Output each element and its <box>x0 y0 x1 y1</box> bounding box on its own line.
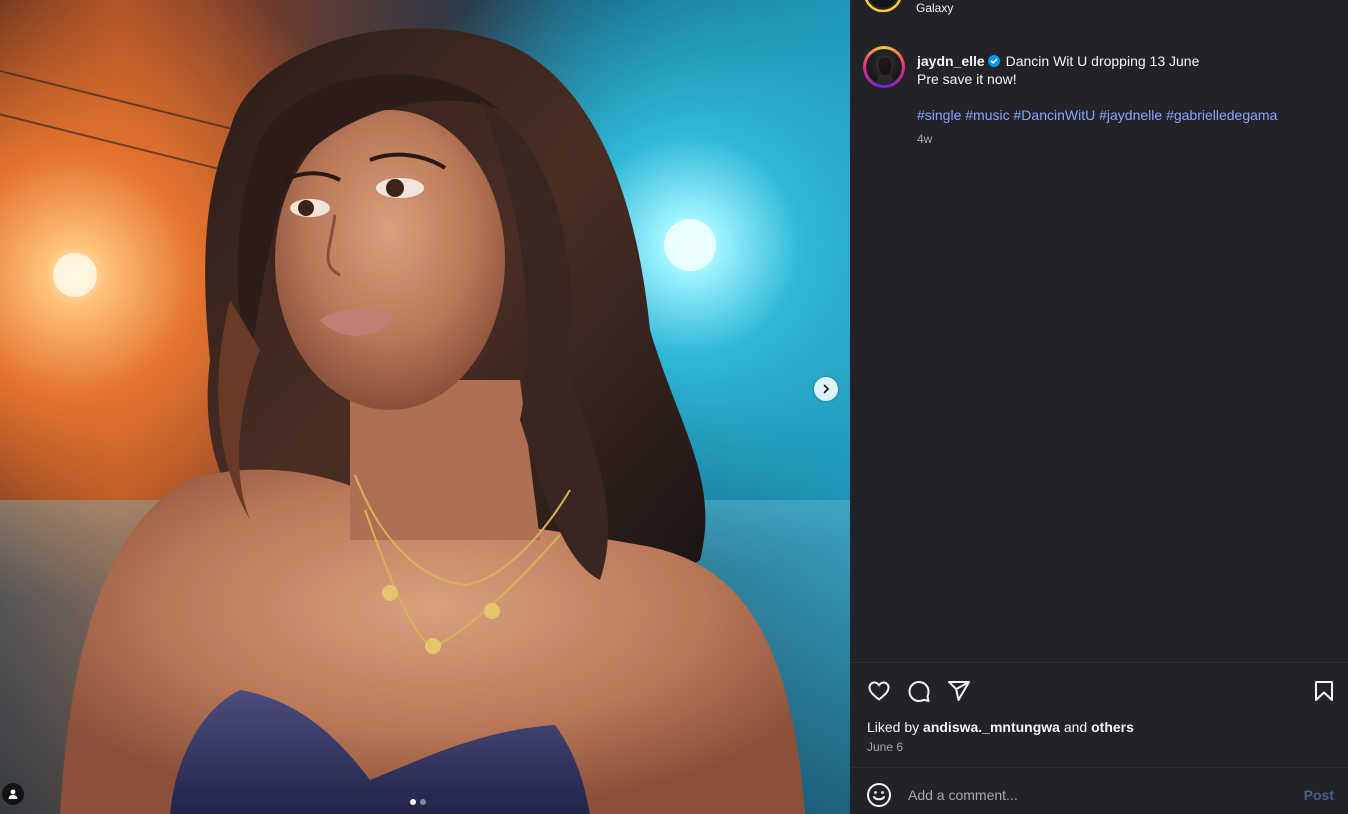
post-date[interactable]: June 6 <box>867 740 903 754</box>
caption-line-1: Dancin Wit U dropping 13 June <box>1005 53 1200 69</box>
stage-light-left <box>53 253 97 297</box>
post-photo <box>53 28 805 814</box>
save-button[interactable] <box>1310 677 1338 705</box>
hashtag-link[interactable]: #music <box>965 107 1009 123</box>
post-comment-button[interactable]: Post <box>1304 787 1334 803</box>
share-button[interactable] <box>945 677 973 705</box>
user-tag-icon <box>8 789 18 799</box>
carousel-next-button[interactable] <box>814 377 838 401</box>
stage-light-right <box>664 219 716 271</box>
verified-badge-icon <box>987 55 1000 67</box>
likes-summary: Liked by andiswa._mntungwa and others <box>867 719 1134 735</box>
emoji-button[interactable] <box>866 782 892 808</box>
heart-icon <box>868 681 890 701</box>
like-button[interactable] <box>865 677 893 705</box>
comment-composer: Post <box>850 767 1348 814</box>
hashtag-link[interactable]: #DancinWitU <box>1014 107 1096 123</box>
hashtag-link[interactable]: #single <box>917 107 961 123</box>
liked-by-user[interactable]: andiswa._mntungwa <box>923 719 1060 735</box>
post-media[interactable] <box>0 0 850 814</box>
likes-others-link[interactable]: others <box>1091 719 1134 735</box>
chevron-right-icon <box>823 384 829 394</box>
comment-input[interactable] <box>906 781 1290 809</box>
comment-button[interactable] <box>905 677 933 705</box>
bookmark-icon <box>1315 681 1333 701</box>
author-username[interactable]: jaydn_elle <box>917 53 985 69</box>
post-location[interactable]: Galaxy <box>916 1 953 15</box>
emoji-icon <box>867 783 891 807</box>
carousel-indicator <box>410 799 426 805</box>
caption-time-ago[interactable]: 4w <box>917 130 1327 148</box>
likes-conjunction: and <box>1063 719 1088 735</box>
post-side-panel: Galaxy jaydn_elle Dancin Wit U dropping … <box>850 0 1348 814</box>
comment-icon <box>908 681 930 702</box>
header-avatar[interactable] <box>864 0 902 13</box>
share-icon <box>948 681 970 701</box>
carousel-dot-active <box>410 799 416 805</box>
post-dialog: Galaxy jaydn_elle Dancin Wit U dropping … <box>0 0 1348 814</box>
carousel-dot <box>420 799 426 805</box>
caption-text: jaydn_elle Dancin Wit U dropping 13 June… <box>917 52 1327 148</box>
tagged-users-button[interactable] <box>2 783 24 805</box>
caption-line-2: Pre save it now! <box>917 71 1017 87</box>
hashtag-link[interactable]: #jaydnelle <box>1099 107 1162 123</box>
post-header: Galaxy <box>850 0 1348 15</box>
likes-prefix: Liked by <box>867 719 920 735</box>
caption-hashtags: #single #music #DancinWitU #jaydnelle #g… <box>917 106 1327 124</box>
post-actions <box>850 662 1348 702</box>
hashtag-link[interactable]: #gabrielledegama <box>1166 107 1277 123</box>
author-avatar[interactable] <box>863 46 905 88</box>
